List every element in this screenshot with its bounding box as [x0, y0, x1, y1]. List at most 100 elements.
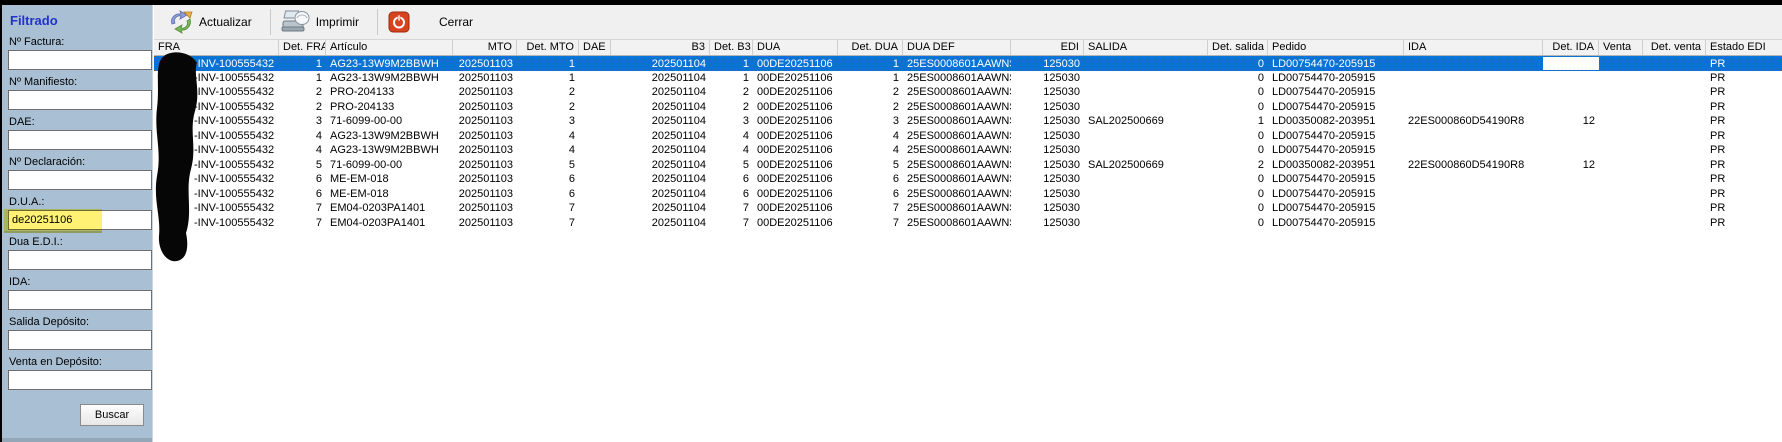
field-salida-deposito: Salida Depósito: — [8, 316, 148, 350]
table-row[interactable]: -INV-1005554324AG23-13W9M2BBWH2025011034… — [154, 143, 1782, 158]
column-header-det-dua[interactable]: Det. DUA — [838, 40, 903, 55]
table-cell-det-fra: 2 — [279, 85, 326, 100]
table-cell-det-fra: 4 — [279, 143, 326, 158]
column-header-estado-edi[interactable]: Estado EDI — [1706, 40, 1782, 55]
table-row[interactable]: -INV-1005554326ME-EM-0182025011036202501… — [154, 172, 1782, 187]
column-header-venta[interactable]: Venta — [1599, 40, 1643, 55]
column-header-ida[interactable]: IDA — [1404, 40, 1543, 55]
buscar-button[interactable]: Buscar — [80, 404, 144, 426]
table-cell-dua: 00DE20251106 — [753, 201, 838, 216]
dua-input[interactable] — [8, 210, 152, 230]
cerrar-label: Cerrar — [439, 15, 473, 29]
imprimir-button[interactable]: Imprimir — [277, 7, 371, 37]
refresh-icon — [168, 10, 194, 34]
table-cell-fra: -INV-100555432 — [154, 100, 279, 115]
table-row[interactable]: -INV-1005554321AG23-13W9M2BBWH2025011031… — [154, 56, 1782, 71]
ida-label: IDA: — [9, 276, 148, 288]
table-cell-det-fra: 6 — [279, 172, 326, 187]
salida-deposito-input[interactable] — [8, 330, 152, 350]
column-header-fra[interactable]: FRA — [154, 40, 279, 55]
window-top-edge — [2, 0, 1782, 5]
table-cell-dua: 00DE20251106 — [753, 158, 838, 173]
table-cell-det-mto: 1 — [517, 71, 579, 86]
table-row[interactable]: -INV-1005554327EM04-0203PA14012025011037… — [154, 216, 1782, 231]
table-cell-dae — [579, 129, 611, 144]
column-header-dae[interactable]: DAE — [579, 40, 611, 55]
table-row[interactable]: -INV-1005554326ME-EM-0182025011036202501… — [154, 187, 1782, 202]
column-header-det-salida[interactable]: Det. salida — [1208, 40, 1268, 55]
actualizar-button[interactable]: Actualizar — [164, 8, 264, 36]
table-row[interactable]: -INV-1005554322PRO-204133202501103220250… — [154, 100, 1782, 115]
table-cell-mto: 202501103 — [453, 187, 517, 202]
table-cell-dae — [579, 172, 611, 187]
table-cell-articulo: AG23-13W9M2BBWH — [326, 129, 453, 144]
table-cell-det-salida: 0 — [1208, 143, 1268, 158]
table-cell-venta — [1599, 216, 1643, 231]
column-header-det-venta[interactable]: Det. venta — [1643, 40, 1706, 55]
table-row[interactable]: -INV-1005554322PRO-204133202501103220250… — [154, 85, 1782, 100]
table-cell-salida — [1084, 71, 1208, 86]
table-cell-det-b3: 6 — [710, 172, 753, 187]
table-cell-det-venta — [1643, 187, 1706, 202]
table-cell-pedido: LD00754470-205915 — [1268, 100, 1404, 115]
column-header-dua[interactable]: DUA — [753, 40, 838, 55]
dua-edi-input[interactable] — [8, 250, 152, 270]
table-cell-det-salida: 0 — [1208, 172, 1268, 187]
table-row[interactable]: -INV-100555432371-6099-00-00202501103320… — [154, 114, 1782, 129]
column-header-det-b3[interactable]: Det. B3 — [710, 40, 753, 55]
dua-edi-label: Dua E.D.I.: — [9, 236, 148, 248]
table-cell-det-b3: 7 — [710, 216, 753, 231]
column-header-dua-def[interactable]: DUA DEF — [903, 40, 1011, 55]
table-cell-det-salida: 1 — [1208, 114, 1268, 129]
table-cell-det-fra: 7 — [279, 216, 326, 231]
num-manifiesto-input[interactable] — [8, 90, 152, 110]
field-num-declaracion: Nº Declaración: — [8, 156, 148, 190]
table-cell-fra: -INV-100555432 — [154, 201, 279, 216]
column-header-edi[interactable]: EDI — [1011, 40, 1084, 55]
table-cell-pedido: LD00350082-203951 — [1268, 158, 1404, 173]
table-cell-mto: 202501103 — [453, 85, 517, 100]
table-row[interactable]: -INV-1005554324AG23-13W9M2BBWH2025011034… — [154, 129, 1782, 144]
dae-input[interactable] — [8, 130, 152, 150]
column-header-articulo[interactable]: Artículo — [326, 40, 453, 55]
table-cell-det-dua: 2 — [838, 100, 903, 115]
table-cell-edi: 125030 — [1011, 158, 1084, 173]
toolbar-separator — [377, 9, 378, 35]
ida-input[interactable] — [8, 290, 152, 310]
field-num-factura: Nº Factura: — [8, 36, 148, 70]
column-header-pedido[interactable]: Pedido — [1268, 40, 1404, 55]
table-cell-articulo: AG23-13W9M2BBWH — [326, 57, 453, 70]
table-cell-fra: -INV-100555432 — [154, 143, 279, 158]
column-header-mto[interactable]: MTO — [453, 40, 517, 55]
table-cell-estado-edi: PR — [1706, 216, 1782, 231]
table-cell-det-mto: 2 — [517, 100, 579, 115]
table-cell-det-venta — [1643, 100, 1706, 115]
cerrar-button[interactable]: Cerrar — [384, 9, 485, 35]
column-header-det-fra[interactable]: Det. FRA — [279, 40, 326, 55]
column-header-b3[interactable]: B3 — [611, 40, 710, 55]
table-cell-b3: 202501104 — [611, 158, 710, 173]
table-cell-det-fra: 3 — [279, 114, 326, 129]
table-cell-det-mto: 4 — [517, 129, 579, 144]
column-header-salida[interactable]: SALIDA — [1084, 40, 1208, 55]
table-row[interactable]: -INV-1005554327EM04-0203PA14012025011037… — [154, 201, 1782, 216]
table-cell-b3: 202501104 — [611, 100, 710, 115]
table-cell-det-venta — [1643, 143, 1706, 158]
num-factura-input[interactable] — [8, 50, 152, 70]
column-header-det-ida[interactable]: Det. IDA — [1543, 40, 1599, 55]
table-cell-det-salida: 0 — [1208, 201, 1268, 216]
table-cell-dua: 00DE20251106 — [753, 187, 838, 202]
table-cell-det-mto: 6 — [517, 187, 579, 202]
num-declaracion-input[interactable] — [8, 170, 152, 190]
table-cell-estado-edi: PR — [1706, 143, 1782, 158]
table-row[interactable]: -INV-1005554321AG23-13W9M2BBWH2025011031… — [154, 71, 1782, 86]
venta-deposito-input[interactable] — [8, 370, 152, 390]
toolbar: Actualizar Imprimir — [154, 5, 1782, 40]
table-cell-det-venta — [1643, 129, 1706, 144]
table-cell-fra: -INV-100555432 — [154, 216, 279, 231]
table-row[interactable]: -INV-100555432571-6099-00-00202501103520… — [154, 158, 1782, 173]
table-cell-salida — [1084, 85, 1208, 100]
table-cell-det-venta — [1643, 216, 1706, 231]
column-header-det-mto[interactable]: Det. MTO — [517, 40, 579, 55]
table-cell-b3: 202501104 — [611, 85, 710, 100]
